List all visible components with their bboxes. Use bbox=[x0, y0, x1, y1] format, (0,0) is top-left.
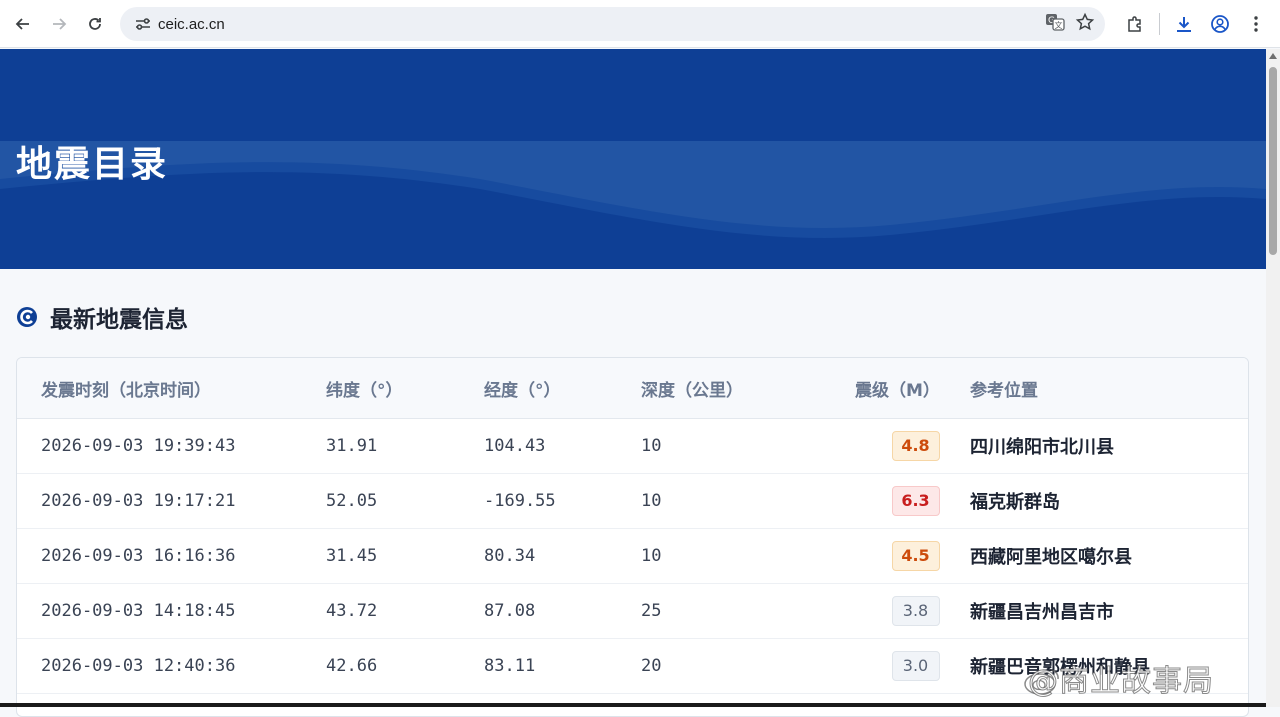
scroll-thumb[interactable] bbox=[1269, 67, 1277, 255]
header-longitude[interactable]: 经度（°） bbox=[484, 376, 641, 401]
cell-depth: 10 bbox=[641, 436, 662, 456]
forward-icon[interactable] bbox=[41, 6, 77, 42]
translate-icon[interactable]: G文 bbox=[1045, 12, 1065, 36]
back-icon[interactable] bbox=[5, 6, 41, 42]
cell-depth: 10 bbox=[641, 546, 662, 566]
cell-location-link[interactable]: 四川绵阳市北川县 bbox=[970, 437, 1114, 458]
cell-longitude: 83.11 bbox=[484, 656, 536, 676]
table-row[interactable]: 2026-09-03 19:39:43 31.91 104.43 10 4.8 … bbox=[17, 419, 1248, 474]
cell-time: 2026-09-03 14:18:45 bbox=[41, 601, 236, 621]
menu-kebab-icon[interactable] bbox=[1238, 6, 1274, 42]
cell-location-link[interactable]: 新疆昌吉州昌吉市 bbox=[970, 602, 1114, 623]
browser-toolbar: ceic.ac.cn G文 bbox=[0, 0, 1280, 48]
table-row[interactable]: 2026-09-03 16:16:36 31.45 80.34 10 4.5 西… bbox=[17, 529, 1248, 584]
cell-latitude: 52.05 bbox=[326, 491, 378, 511]
extensions-icon[interactable] bbox=[1117, 6, 1153, 42]
cell-latitude: 43.72 bbox=[326, 601, 378, 621]
cell-longitude: 80.34 bbox=[484, 546, 536, 566]
scroll-up-arrow-icon[interactable] bbox=[1269, 53, 1277, 59]
page-title: 地震目录 bbox=[16, 144, 169, 185]
magnitude-badge: 4.8 bbox=[891, 431, 940, 461]
cell-location-link[interactable]: 福克斯群岛 bbox=[970, 492, 1060, 513]
header-magnitude[interactable]: 震级（M） bbox=[831, 376, 970, 401]
header-time[interactable]: 发震时刻（北京时间） bbox=[17, 376, 326, 401]
table-row[interactable]: 2026-09-03 19:17:21 52.05 -169.55 10 6.3… bbox=[17, 474, 1248, 529]
toolbar-separator bbox=[1159, 13, 1160, 35]
magnitude-badge: 6.3 bbox=[891, 486, 940, 516]
download-icon[interactable] bbox=[1166, 6, 1202, 42]
cell-time: 2026-09-03 19:17:21 bbox=[41, 491, 236, 511]
table-row[interactable]: 2026-09-03 14:18:45 43.72 87.08 25 3.8 新… bbox=[17, 584, 1248, 639]
watermark-text: @商业故事局 bbox=[1028, 664, 1214, 700]
cell-depth: 10 bbox=[641, 491, 662, 511]
earthquake-icon bbox=[17, 307, 37, 327]
bookmark-star-icon[interactable] bbox=[1075, 12, 1095, 36]
cell-location-link[interactable]: 西藏阿里地区噶尔县 bbox=[970, 547, 1132, 568]
header-latitude[interactable]: 纬度（°） bbox=[326, 376, 484, 401]
site-info-icon[interactable] bbox=[132, 17, 154, 31]
cell-time: 2026-09-03 12:40:36 bbox=[41, 656, 236, 676]
header-location[interactable]: 参考位置 bbox=[970, 376, 1248, 401]
bottom-edge bbox=[0, 703, 1266, 707]
section-header: 最新地震信息 bbox=[16, 300, 188, 334]
cell-longitude: 104.43 bbox=[484, 436, 546, 456]
header-depth[interactable]: 深度（公里） bbox=[641, 376, 831, 401]
magnitude-badge: 4.5 bbox=[891, 541, 940, 571]
magnitude-badge: 3.0 bbox=[891, 651, 940, 681]
url-text: ceic.ac.cn bbox=[158, 15, 225, 33]
cell-latitude: 42.66 bbox=[326, 656, 378, 676]
hero-banner: 地震目录 bbox=[0, 49, 1266, 269]
cell-latitude: 31.45 bbox=[326, 546, 378, 566]
address-bar[interactable]: ceic.ac.cn G文 bbox=[120, 7, 1105, 41]
reload-icon[interactable] bbox=[77, 6, 113, 42]
profile-icon[interactable] bbox=[1202, 6, 1238, 42]
svg-text:文: 文 bbox=[1055, 20, 1063, 30]
cell-time: 2026-09-03 19:39:43 bbox=[41, 436, 236, 456]
cell-latitude: 31.91 bbox=[326, 436, 378, 456]
page-scrollbar[interactable] bbox=[1266, 49, 1280, 707]
cell-longitude: -169.55 bbox=[484, 491, 556, 511]
cell-depth: 20 bbox=[641, 656, 662, 676]
section-title: 最新地震信息 bbox=[50, 307, 188, 333]
cell-time: 2026-09-03 16:16:36 bbox=[41, 546, 236, 566]
hero-wave-decoration bbox=[0, 141, 1266, 269]
cell-depth: 25 bbox=[641, 601, 662, 621]
magnitude-badge: 3.8 bbox=[891, 596, 940, 626]
cell-longitude: 87.08 bbox=[484, 601, 536, 621]
table-header-row: 发震时刻（北京时间） 纬度（°） 经度（°） 深度（公里） 震级（M） 参考位置 bbox=[17, 358, 1248, 419]
